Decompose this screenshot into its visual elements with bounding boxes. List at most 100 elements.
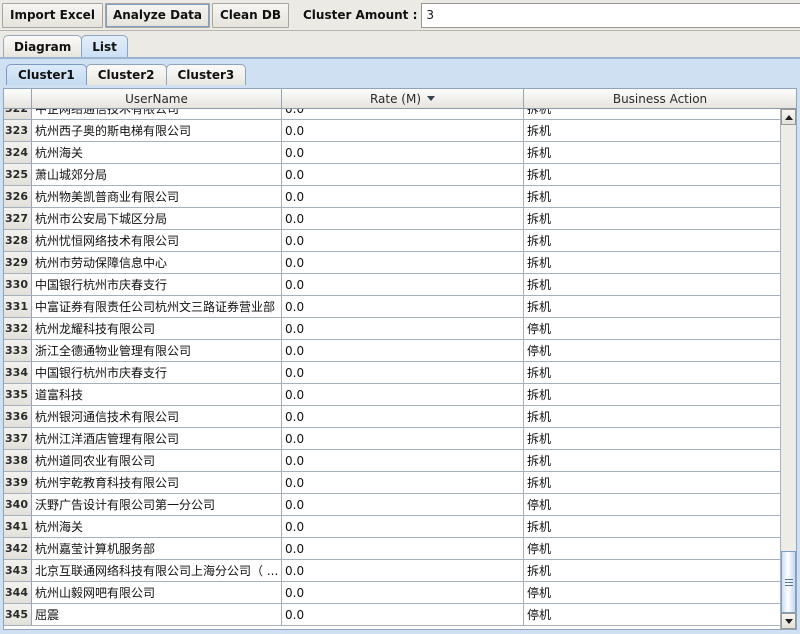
cell-username[interactable]: 中企网络通信技术有限公司 <box>32 109 282 119</box>
cell-rate[interactable]: 0.0 <box>282 340 524 361</box>
tab-cluster1[interactable]: Cluster1 <box>6 64 87 85</box>
column-header-rate[interactable]: Rate (M) <box>282 89 524 108</box>
cell-business-action[interactable]: 拆机 <box>524 109 780 119</box>
table-row[interactable]: 344 杭州山毅网吧有限公司 0.0 停机 <box>4 582 780 604</box>
cell-rate[interactable]: 0.0 <box>282 560 524 581</box>
row-number-cell[interactable]: 324 <box>4 142 32 163</box>
cell-username[interactable]: 杭州山毅网吧有限公司 <box>32 582 282 603</box>
table-row[interactable]: 340 沃野广告设计有限公司第一分公司 0.0 停机 <box>4 494 780 516</box>
cell-username[interactable]: 沃野广告设计有限公司第一分公司 <box>32 494 282 515</box>
cell-rate[interactable]: 0.0 <box>282 428 524 449</box>
cell-rate[interactable]: 0.0 <box>282 494 524 515</box>
row-number-cell[interactable]: 326 <box>4 186 32 207</box>
tab-list[interactable]: List <box>81 35 128 57</box>
cell-business-action[interactable]: 拆机 <box>524 406 780 427</box>
table-row[interactable]: 326 杭州物美凯普商业有限公司 0.0 拆机 <box>4 186 780 208</box>
row-number-cell[interactable]: 342 <box>4 538 32 559</box>
cell-username[interactable]: 杭州宇乾教育科技有限公司 <box>32 472 282 493</box>
scroll-up-button[interactable] <box>781 109 796 125</box>
row-number-cell[interactable]: 337 <box>4 428 32 449</box>
table-row[interactable]: 334 中国银行杭州市庆春支行 0.0 拆机 <box>4 362 780 384</box>
cell-username[interactable]: 中国银行杭州市庆春支行 <box>32 274 282 295</box>
cell-rate[interactable]: 0.0 <box>282 472 524 493</box>
column-header-username[interactable]: UserName <box>32 89 282 108</box>
cell-username[interactable]: 杭州银河通信技术有限公司 <box>32 406 282 427</box>
analyze-data-button[interactable]: Analyze Data <box>104 2 210 28</box>
cell-username[interactable]: 杭州忧恒网络技术有限公司 <box>32 230 282 251</box>
row-number-cell[interactable]: 328 <box>4 230 32 251</box>
row-number-cell[interactable]: 329 <box>4 252 32 273</box>
row-number-cell[interactable]: 335 <box>4 384 32 405</box>
cell-business-action[interactable]: 停机 <box>524 582 780 603</box>
tab-cluster2[interactable]: Cluster2 <box>85 64 167 85</box>
import-excel-button[interactable]: Import Excel <box>2 2 103 28</box>
cell-business-action[interactable]: 拆机 <box>524 252 780 273</box>
cell-rate[interactable]: 0.0 <box>282 274 524 295</box>
table-row[interactable]: 335 道富科技 0.0 拆机 <box>4 384 780 406</box>
cell-username[interactable]: 杭州海关 <box>32 142 282 163</box>
cell-username[interactable]: 杭州道同农业有限公司 <box>32 450 282 471</box>
row-number-cell[interactable]: 340 <box>4 494 32 515</box>
cell-business-action[interactable]: 拆机 <box>524 384 780 405</box>
vertical-scrollbar[interactable] <box>780 109 796 629</box>
cell-username[interactable]: 中富证券有限责任公司杭州文三路证券营业部 <box>32 296 282 317</box>
table-row[interactable]: 336 杭州银河通信技术有限公司 0.0 拆机 <box>4 406 780 428</box>
table-row[interactable]: 345 屈震 0.0 停机 <box>4 604 780 626</box>
row-number-cell[interactable]: 333 <box>4 340 32 361</box>
cell-rate[interactable]: 0.0 <box>282 384 524 405</box>
table-row[interactable]: 343 北京互联通网络科技有限公司上海分公司（ ... 0.0 拆机 <box>4 560 780 582</box>
table-row[interactable]: 339 杭州宇乾教育科技有限公司 0.0 拆机 <box>4 472 780 494</box>
scrollbar-thumb[interactable] <box>781 551 796 613</box>
cell-username[interactable]: 萧山城郊分局 <box>32 164 282 185</box>
cell-username[interactable]: 道富科技 <box>32 384 282 405</box>
cell-username[interactable]: 屈震 <box>32 604 282 625</box>
cell-rate[interactable]: 0.0 <box>282 120 524 141</box>
row-number-cell[interactable]: 332 <box>4 318 32 339</box>
scroll-down-button[interactable] <box>781 613 796 629</box>
cell-username[interactable]: 杭州江洋酒店管理有限公司 <box>32 428 282 449</box>
cell-business-action[interactable]: 拆机 <box>524 274 780 295</box>
cell-username[interactable]: 北京互联通网络科技有限公司上海分公司（ ... <box>32 560 282 581</box>
table-row[interactable]: 341 杭州海关 0.0 拆机 <box>4 516 780 538</box>
cell-rate[interactable]: 0.0 <box>282 538 524 559</box>
table-row[interactable]: 324 杭州海关 0.0 拆机 <box>4 142 780 164</box>
cluster-amount-input[interactable]: 3 <box>421 2 800 28</box>
cell-business-action[interactable]: 停机 <box>524 538 780 559</box>
cell-business-action[interactable]: 拆机 <box>524 516 780 537</box>
tab-cluster3[interactable]: Cluster3 <box>165 64 247 85</box>
table-row[interactable]: 329 杭州市劳动保障信息中心 0.0 拆机 <box>4 252 780 274</box>
cell-username[interactable]: 浙江全德通物业管理有限公司 <box>32 340 282 361</box>
cell-business-action[interactable]: 停机 <box>524 318 780 339</box>
cell-rate[interactable]: 0.0 <box>282 142 524 163</box>
cell-business-action[interactable]: 拆机 <box>524 164 780 185</box>
table-row[interactable]: 325 萧山城郊分局 0.0 拆机 <box>4 164 780 186</box>
row-number-cell[interactable]: 341 <box>4 516 32 537</box>
row-number-cell[interactable]: 327 <box>4 208 32 229</box>
cell-rate[interactable]: 0.0 <box>282 208 524 229</box>
cell-business-action[interactable]: 拆机 <box>524 362 780 383</box>
cell-username[interactable]: 中国银行杭州市庆春支行 <box>32 362 282 383</box>
cell-username[interactable]: 杭州物美凯普商业有限公司 <box>32 186 282 207</box>
cell-username[interactable]: 杭州市公安局下城区分局 <box>32 208 282 229</box>
cell-rate[interactable]: 0.0 <box>282 604 524 625</box>
row-number-cell[interactable]: 344 <box>4 582 32 603</box>
row-number-cell[interactable]: 336 <box>4 406 32 427</box>
cell-rate[interactable]: 0.0 <box>282 318 524 339</box>
row-number-cell[interactable]: 343 <box>4 560 32 581</box>
row-number-cell[interactable]: 322 <box>4 109 32 119</box>
table-row[interactable]: 342 杭州嘉莹计算机服务部 0.0 停机 <box>4 538 780 560</box>
cell-rate[interactable]: 0.0 <box>282 296 524 317</box>
table-row[interactable]: 337 杭州江洋酒店管理有限公司 0.0 拆机 <box>4 428 780 450</box>
table-row[interactable]: 322中企网络通信技术有限公司0.0拆机 <box>4 109 780 120</box>
table-row[interactable]: 328 杭州忧恒网络技术有限公司 0.0 拆机 <box>4 230 780 252</box>
cell-rate[interactable]: 0.0 <box>282 516 524 537</box>
cell-rate[interactable]: 0.0 <box>282 362 524 383</box>
cell-username[interactable]: 杭州西子奥的斯电梯有限公司 <box>32 120 282 141</box>
row-number-cell[interactable]: 331 <box>4 296 32 317</box>
cell-rate[interactable]: 0.0 <box>282 406 524 427</box>
table-row[interactable]: 323 杭州西子奥的斯电梯有限公司 0.0 拆机 <box>4 120 780 142</box>
cell-business-action[interactable]: 拆机 <box>524 428 780 449</box>
tab-diagram[interactable]: Diagram <box>3 35 83 57</box>
cell-business-action[interactable]: 停机 <box>524 604 780 625</box>
cell-rate[interactable]: 0.0 <box>282 186 524 207</box>
